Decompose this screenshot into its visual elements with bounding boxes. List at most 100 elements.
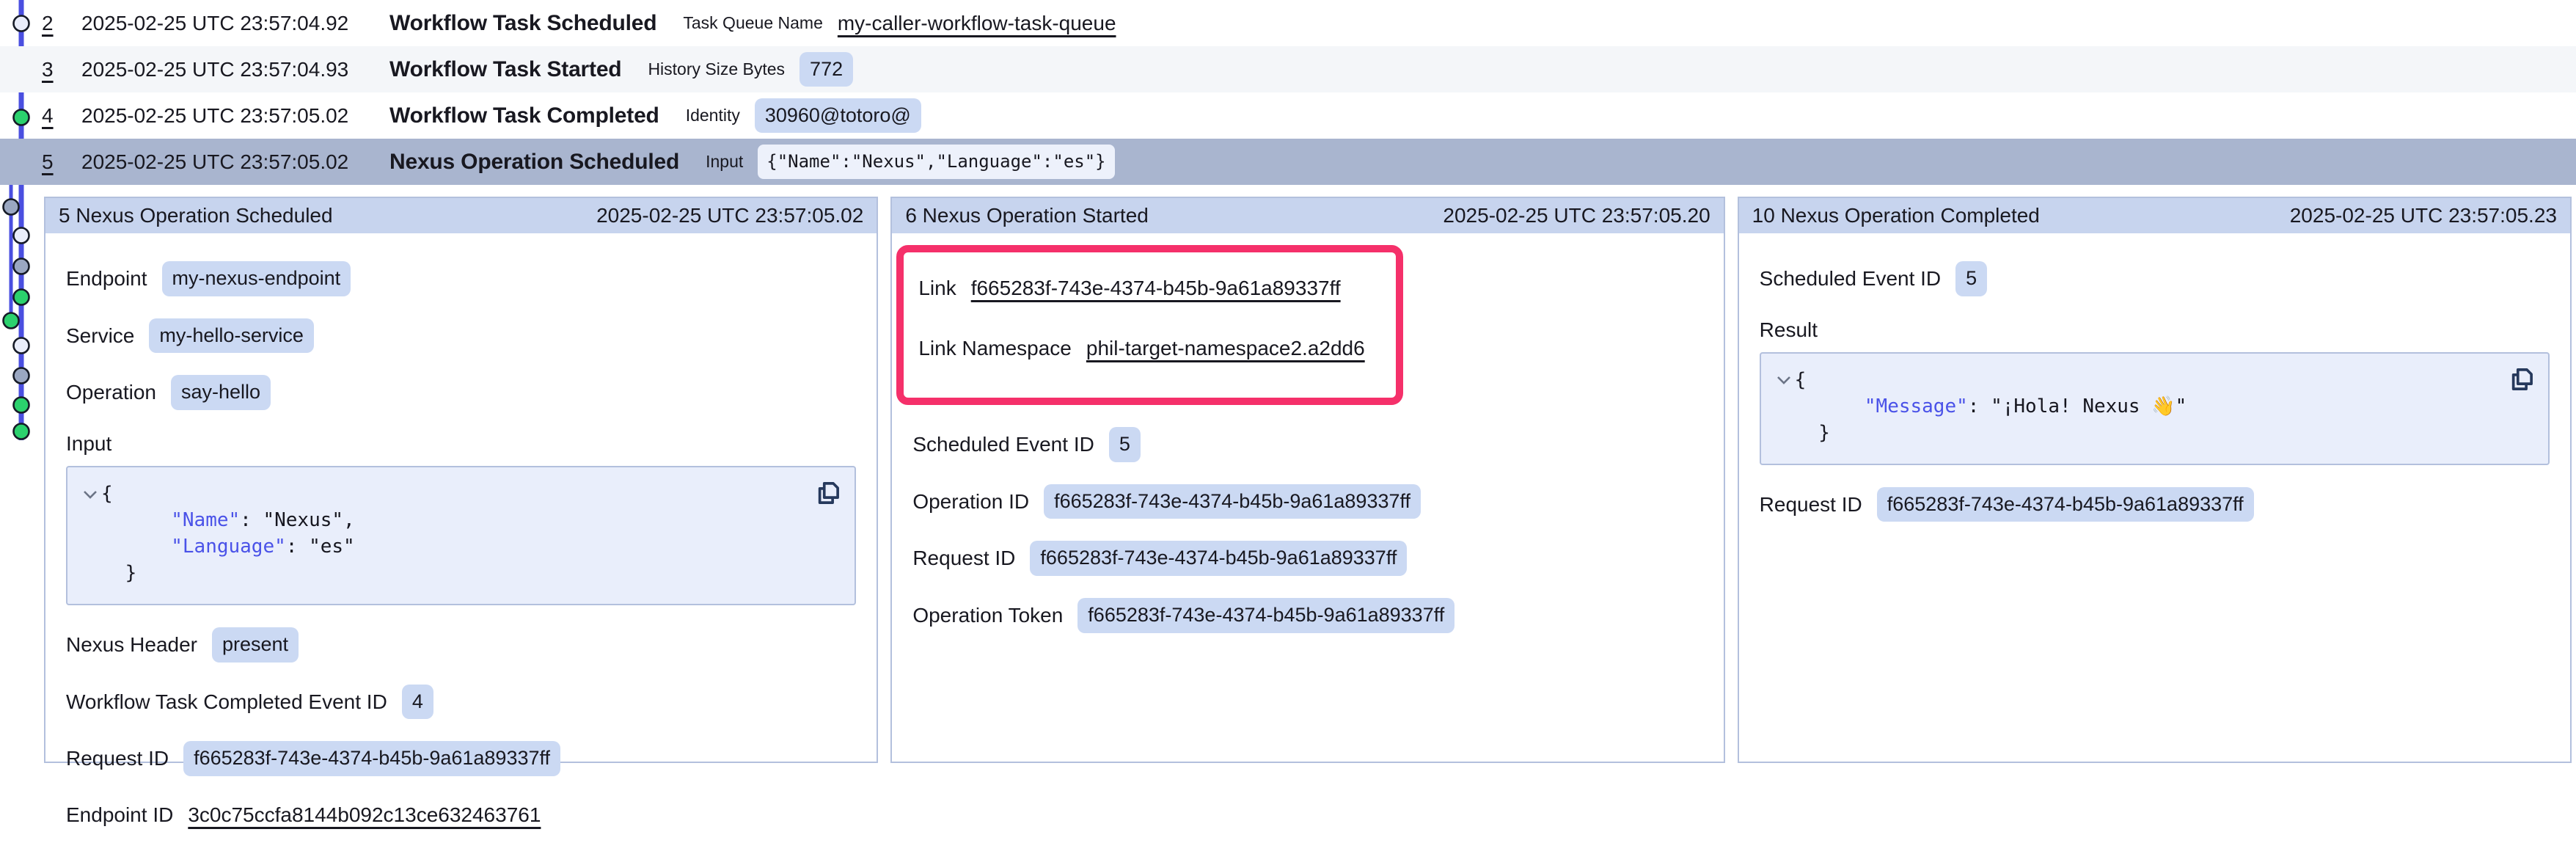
copy-button[interactable]: [812, 476, 844, 511]
event-attr-label: Identity: [686, 106, 740, 125]
field-label: Scheduled Event ID: [1760, 267, 1942, 291]
json-colon: :: [1968, 395, 1991, 417]
detail-field: Nexus Headerpresent: [66, 627, 856, 663]
field-value-badge: 5: [1955, 261, 1987, 296]
json-viewer: { "Message": "¡Hola! Nexus 👋" }: [1760, 352, 2550, 465]
field-label: Operation ID: [912, 490, 1029, 514]
field-label: Request ID: [1760, 493, 1862, 517]
field-value-badge: f665283f-743e-4374-b45b-9a61a89337ff: [183, 741, 560, 776]
event-timestamp: 2025-02-25 UTC 23:57:05.02: [81, 104, 354, 128]
field-label: Service: [66, 324, 134, 348]
detail-field: Endpointmy-nexus-endpoint: [66, 261, 856, 296]
panel-body: Scheduled Event ID5Result{ "Message": "¡…: [1739, 233, 2570, 544]
json-value: "Nexus",: [263, 509, 354, 531]
panel-title: 5 Nexus Operation Scheduled: [59, 204, 333, 227]
timeline-event-dot-gray[interactable]: [14, 259, 29, 274]
event-id-link[interactable]: 4: [42, 104, 62, 128]
field-value-badge: present: [212, 627, 299, 663]
field-label: Scheduled Event ID: [912, 433, 1094, 456]
copy-button[interactable]: [2506, 362, 2538, 398]
event-row[interactable]: 32025-02-25 UTC 23:57:04.93Workflow Task…: [0, 46, 2576, 92]
panel-title: 10 Nexus Operation Completed: [1752, 204, 2040, 227]
copy-icon: [2506, 362, 2537, 396]
json-indent: [79, 562, 125, 584]
timeline-event-dot-white[interactable]: [14, 338, 29, 354]
event-detail-card: 10 Nexus Operation Completed 2025-02-25 U…: [1738, 197, 2572, 763]
event-title: Workflow Task Started: [389, 57, 621, 82]
field-label: Link: [918, 277, 956, 300]
detail-field: Workflow Task Completed Event ID4: [66, 685, 856, 720]
detail-field: Endpoint ID 3c0c75ccfa8144b092c13ce632463…: [66, 798, 856, 832]
json-open-brace-line: {: [79, 481, 840, 507]
field-value-badge: f665283f-743e-4374-b45b-9a61a89337ff: [1877, 487, 2254, 522]
json-indent: [1773, 395, 1865, 417]
event-id-link[interactable]: 3: [42, 58, 62, 81]
timeline-event-dot-green[interactable]: [14, 290, 29, 305]
json-open-brace-line: {: [1773, 367, 2533, 393]
timeline-event-dot-white[interactable]: [14, 228, 29, 244]
timeline-event-dot-gray[interactable]: [14, 368, 29, 384]
panel-timestamp: 2025-02-25 UTC 23:57:05.20: [1443, 204, 1710, 227]
event-row[interactable]: 4 2025-02-25 UTC 23:57:05.02 Workflow Task…: [0, 92, 2576, 139]
event-id-link[interactable]: 2: [42, 12, 62, 35]
event-attr-value-link[interactable]: my-caller-workflow-task-queue: [838, 12, 1116, 35]
event-attr-label: Input: [706, 152, 743, 172]
detail-field: Request IDf665283f-743e-4374-b45b-9a61a8…: [912, 541, 1702, 576]
panel-timestamp: 2025-02-25 UTC 23:57:05.02: [596, 204, 863, 227]
field-label: Operation: [66, 381, 156, 404]
json-colon: :: [286, 536, 309, 558]
json-key: "Language": [171, 536, 286, 558]
json-indent: [79, 509, 171, 531]
field-label: Endpoint ID: [66, 803, 173, 827]
detail-field: Operation say-hello: [66, 375, 856, 410]
event-attr-value-badge: 30960@totoro@: [755, 98, 921, 134]
event-timestamp: 2025-02-25 UTC 23:57:05.02: [81, 150, 354, 174]
field-value-badge: say-hello: [171, 375, 271, 410]
field-value-badge: f665283f-743e-4374-b45b-9a61a89337ff: [1077, 598, 1455, 633]
json-viewer: { "Name": "Nexus", "Language": "es" }: [66, 466, 856, 605]
field-value-badge: f665283f-743e-4374-b45b-9a61a89337ff: [1044, 484, 1421, 519]
panel-header: 10 Nexus Operation Completed 2025-02-25 U…: [1739, 198, 2570, 233]
field-label: Workflow Task Completed Event ID: [66, 690, 387, 714]
event-attr-value-badge: {"Name":"Nexus","Language":"es"}: [758, 145, 1114, 178]
chevron-down-icon[interactable]: [79, 489, 101, 500]
event-attr-value-badge: 772: [799, 52, 853, 87]
detail-field: Operation Token f665283f-743e-4374-b45b-9…: [912, 598, 1702, 633]
event-timestamp: 2025-02-25 UTC 23:57:04.92: [81, 12, 354, 35]
event-row[interactable]: 52025-02-25 UTC 23:57:05.02Nexus Operati…: [0, 139, 2576, 185]
timeline-event-dot-green[interactable]: [14, 424, 29, 439]
field-value-badge: 5: [1109, 427, 1141, 462]
timeline-event-dot-gray[interactable]: [4, 200, 19, 215]
detail-field: Link Namespace phil-target-namespace2.a2d…: [918, 332, 1364, 365]
json-close-brace-line: }: [1773, 420, 2533, 446]
timeline-event-dot-green[interactable]: [4, 313, 19, 329]
field-value-link[interactable]: f665283f-743e-4374-b45b-9a61a89337ff: [971, 277, 1341, 300]
annotation-highlight-box: Link f665283f-743e-4374-b45b-9a61a89337ff…: [896, 245, 1402, 405]
timeline-event-dot-green[interactable]: [14, 398, 29, 413]
json-close-brace-line: }: [79, 560, 840, 586]
json-indent: [79, 536, 171, 558]
event-detail-panels: 5 Nexus Operation Scheduled 2025-02-25 UT…: [44, 197, 2572, 763]
chevron-down-icon[interactable]: [1773, 375, 1795, 385]
field-value-badge: my-nexus-endpoint: [162, 261, 351, 296]
event-row[interactable]: 2 2025-02-25 UTC 23:57:04.92 Workflow Task…: [0, 0, 2576, 46]
json-brace: }: [1818, 422, 1830, 444]
event-title: Workflow Task Completed: [389, 103, 659, 128]
field-value-badge: my-hello-service: [149, 318, 314, 354]
panel-body: Link f665283f-743e-4374-b45b-9a61a89337ff…: [892, 233, 1723, 655]
field-label: Input: [66, 432, 856, 456]
panel-title: 6 Nexus Operation Started: [905, 204, 1149, 227]
field-label: Operation Token: [912, 604, 1063, 627]
event-title: Workflow Task Scheduled: [389, 11, 656, 36]
event-history-rows: 2 2025-02-25 UTC 23:57:04.92 Workflow Task…: [0, 0, 2576, 185]
field-value-link[interactable]: phil-target-namespace2.a2dd6: [1086, 337, 1365, 360]
field-label: Link Namespace: [918, 337, 1072, 360]
detail-field: Service my-hello-service: [66, 318, 856, 354]
detail-field: Scheduled Event ID 5: [912, 427, 1702, 462]
json-entry: "Message": "¡Hola! Nexus 👋": [1773, 393, 2533, 420]
json-value: "es": [309, 536, 355, 558]
event-id-link[interactable]: 5: [42, 150, 62, 174]
event-detail-card: 5 Nexus Operation Scheduled 2025-02-25 UT…: [44, 197, 878, 763]
panel-timestamp: 2025-02-25 UTC 23:57:05.23: [2290, 204, 2557, 227]
field-value-link[interactable]: 3c0c75ccfa8144b092c13ce632463761: [188, 803, 541, 827]
